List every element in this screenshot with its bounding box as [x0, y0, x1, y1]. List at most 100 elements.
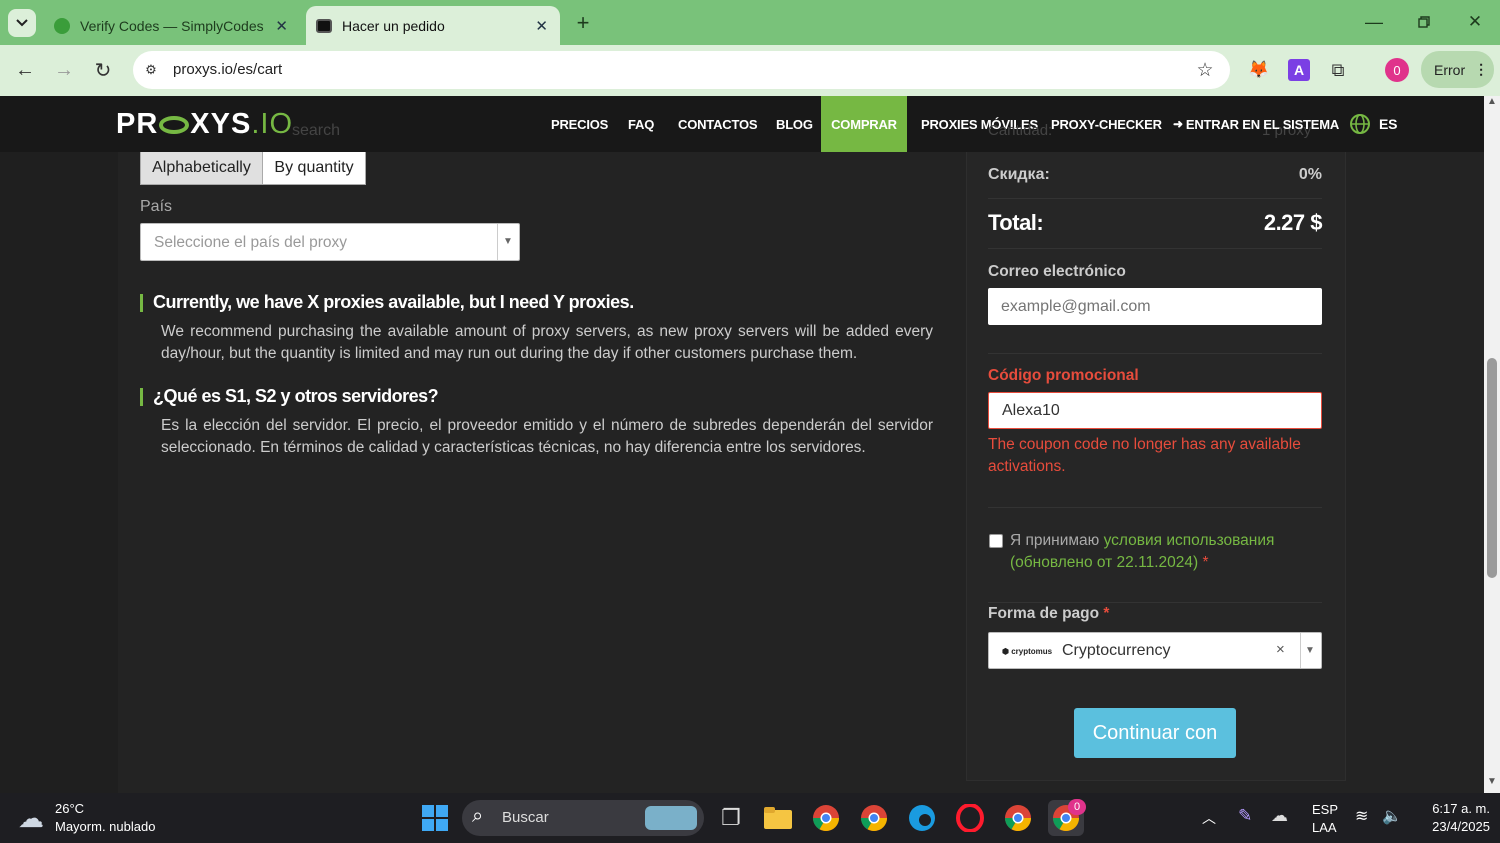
onedrive-tray-icon[interactable]: ☁ [1271, 806, 1288, 826]
divider [988, 198, 1322, 199]
wifi-icon[interactable]: ≋ [1355, 806, 1368, 826]
site-logo[interactable]: PR XYS .IO [116, 108, 293, 141]
site-navbar: PR XYS .IO search PRECIOS FAQ CONTACTOS … [0, 96, 1484, 152]
close-window-icon[interactable]: ✕ [1461, 8, 1489, 36]
nav-blog[interactable]: BLOG [776, 96, 813, 152]
nav-precios[interactable]: PRECIOS [551, 96, 608, 152]
total-label: Total: [988, 210, 1044, 235]
file-explorer-icon[interactable] [760, 800, 796, 836]
clock-date[interactable]: 23/4/2025 [1418, 819, 1490, 834]
nav-proxy-checker[interactable]: PROXY-CHECKER [1051, 96, 1162, 152]
weather-description[interactable]: Mayorm. nublado [55, 819, 155, 834]
nav-contactos[interactable]: CONTACTOS [678, 96, 758, 152]
scroll-up-icon[interactable]: ▲ [1487, 96, 1497, 107]
search-highlight-image [645, 806, 697, 830]
nav-faq[interactable]: FAQ [628, 96, 654, 152]
sort-by-quantity-button[interactable]: By quantity [262, 151, 366, 185]
total-value: 2.27 $ [1263, 210, 1323, 235]
country-placeholder: Seleccione el país del proxy [154, 234, 348, 251]
promo-code-input[interactable]: Alexa10 [988, 392, 1322, 429]
nav-login-label: ENTRAR EN EL SISTEMA [1185, 116, 1340, 132]
windows-start-icon[interactable] [417, 800, 453, 836]
pen-tray-icon[interactable]: ✎ [1238, 806, 1252, 826]
faq-accent-bar [140, 294, 143, 312]
text-extension-icon[interactable]: A [1288, 59, 1310, 81]
nav-login[interactable]: ➜ ENTRAR EN EL SISTEMA [1173, 96, 1339, 152]
select-divider [1300, 633, 1301, 668]
clear-selection-icon[interactable]: × [1276, 641, 1285, 658]
weather-cloud-icon[interactable]: ☁ [18, 803, 44, 834]
select-divider [497, 224, 498, 260]
clock-time[interactable]: 6:17 a. m. [1418, 801, 1490, 816]
kebab-menu-icon: ⋮ [1474, 61, 1489, 77]
hidden-quantity-label: Cantidad: [988, 122, 1053, 139]
chrome-app-icon[interactable] [1000, 800, 1036, 836]
payment-method-select[interactable]: ⬢ cryptomus Cryptocurrency × ▼ [988, 632, 1322, 669]
minimize-icon[interactable]: — [1360, 8, 1388, 36]
caret-down-icon: ▼ [503, 236, 513, 247]
back-arrow-icon[interactable]: ← [10, 55, 40, 85]
logo-o-icon [159, 115, 190, 134]
reload-icon[interactable]: ↻ [88, 55, 118, 85]
promo-error-message: The coupon code no longer has any availa… [988, 436, 1301, 475]
logo-part-pr: PR [116, 108, 159, 140]
input-language[interactable]: ESP [1312, 802, 1338, 817]
search-icon: ⌕ [472, 805, 484, 827]
sort-alphabetically-button[interactable]: Alphabetically [140, 151, 263, 185]
continue-button[interactable]: Continuar con [1074, 708, 1236, 758]
chrome-app-icon[interactable] [808, 800, 844, 836]
discount-value: 0% [1298, 166, 1322, 183]
email-label: Correo electrónico [988, 263, 1126, 280]
tray-chevron-up-icon[interactable]: ︿ [1202, 808, 1216, 828]
chrome-app-icon[interactable] [856, 800, 892, 836]
error-status-button[interactable]: Error ⋮ [1421, 51, 1494, 88]
country-select[interactable]: Seleccione el país del proxy ▼ [140, 223, 520, 261]
nav-comprar[interactable]: COMPRAR [821, 96, 907, 152]
terms-checkbox[interactable] [989, 534, 1003, 548]
scroll-down-icon[interactable]: ▼ [1487, 776, 1497, 787]
simplycodes-icon [54, 17, 70, 34]
logo-part-io: .IO [251, 108, 293, 140]
taskbar-search-box[interactable]: ⌕ Buscar [462, 800, 704, 836]
payment-selected-value: Cryptocurrency [1062, 642, 1171, 659]
address-bar[interactable]: ⚙ proxys.io/es/cart ☆ [133, 51, 1230, 89]
volume-icon[interactable]: 🔈 [1382, 806, 1402, 826]
input-layout[interactable]: LAA [1312, 820, 1337, 835]
close-tab-icon[interactable]: ✕ [275, 17, 288, 35]
site-info-icon[interactable]: ⚙ [141, 60, 161, 80]
tab-search-button[interactable] [8, 9, 36, 37]
new-tab-plus-icon[interactable]: + [569, 9, 597, 37]
divider [988, 602, 1322, 603]
extensions-puzzle-icon[interactable]: ⧉ [1326, 58, 1350, 82]
tab-hacer-un-pedido[interactable]: Hacer un pedido ✕ [306, 6, 560, 45]
opera-app-icon[interactable] [952, 800, 988, 836]
faq-question-2: ¿Qué es S1, S2 y otros servidores? [153, 386, 439, 406]
faq-accent-bar [140, 388, 143, 406]
edge-app-icon[interactable] [904, 800, 940, 836]
profile-avatar[interactable]: 0 [1385, 58, 1409, 82]
payment-label-block: Forma de pago * [988, 605, 1109, 623]
caret-down-icon: ▼ [1305, 645, 1315, 656]
cryptomus-brand: cryptomus [1011, 647, 1053, 656]
country-label: País [140, 198, 173, 215]
metamask-extension-icon[interactable]: 🦊 [1247, 58, 1271, 82]
task-view-icon[interactable]: ❐ [713, 800, 749, 836]
web-page: Alphabetically By quantity País Seleccio… [0, 96, 1484, 793]
tab-title: Hacer un pedido [342, 17, 445, 34]
tab-simplycodes[interactable]: Verify Codes — SimplyCodes ✕ [44, 6, 300, 45]
restore-icon[interactable] [1410, 8, 1438, 36]
forward-arrow-icon[interactable]: → [49, 55, 79, 85]
bookmark-star-icon[interactable]: ☆ [1193, 58, 1217, 82]
url-text[interactable]: proxys.io/es/cart [173, 61, 282, 78]
close-tab-icon[interactable]: ✕ [535, 17, 548, 35]
email-input[interactable] [988, 288, 1322, 325]
scrollbar-thumb[interactable] [1487, 358, 1497, 578]
faq-question-1: Currently, we have X proxies available, … [153, 292, 634, 312]
weather-temp[interactable]: 26°C [55, 801, 84, 816]
divider [988, 248, 1322, 249]
divider [988, 353, 1322, 354]
language-code: ES [1379, 116, 1398, 132]
terms-text: Я принимаю [1010, 532, 1100, 549]
language-selector[interactable]: ES [1349, 96, 1397, 152]
login-icon: ➜ [1173, 117, 1183, 131]
